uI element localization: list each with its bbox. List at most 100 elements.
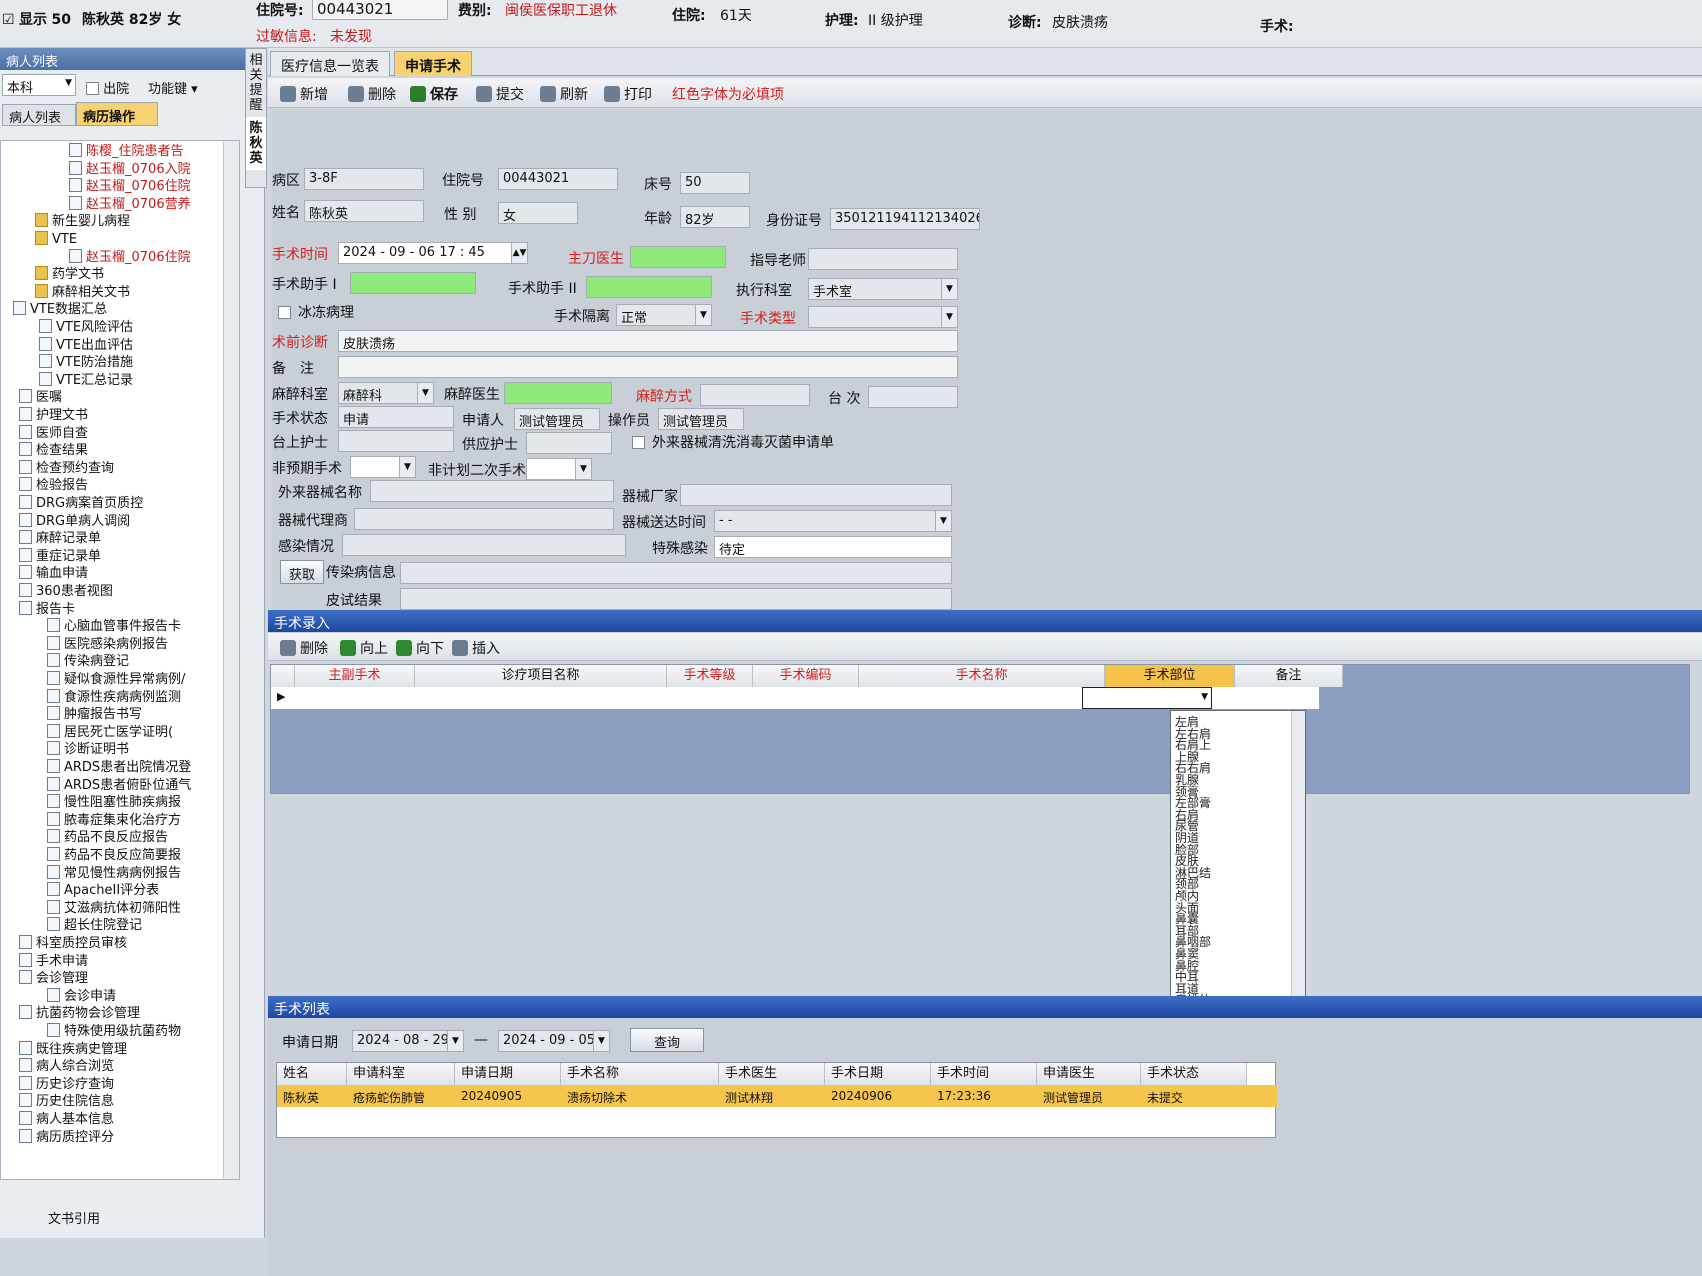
- tab-patient-name[interactable]: 陈秋英: [246, 117, 266, 170]
- tree-item[interactable]: 超长住院登记: [47, 917, 142, 935]
- sex-field[interactable]: 女: [498, 202, 578, 224]
- age-field[interactable]: 82岁: [680, 206, 750, 228]
- exec-dept-select[interactable]: 手术室 ▼: [808, 278, 958, 300]
- refresh-button[interactable]: 刷新: [540, 84, 588, 104]
- special-inf-field[interactable]: 待定: [714, 536, 952, 558]
- assist1-field[interactable]: [350, 272, 476, 294]
- new-button[interactable]: 新增: [280, 84, 328, 104]
- tree-item[interactable]: 食源性疾病病例监测: [47, 688, 181, 707]
- operator-field[interactable]: 测试管理员: [658, 408, 744, 430]
- tree-item[interactable]: VTE防治措施: [39, 354, 133, 372]
- tree-item[interactable]: 疑似食源性异常病例/: [47, 671, 185, 689]
- tree-item[interactable]: 诊断证明书: [47, 741, 129, 759]
- delete-button[interactable]: 删除: [348, 84, 396, 104]
- assist2-field[interactable]: [586, 276, 712, 298]
- ext-device-checkbox[interactable]: [632, 436, 645, 449]
- tree-item[interactable]: 护理文书: [19, 407, 88, 425]
- tree-item[interactable]: 会诊申请: [47, 987, 116, 1006]
- tree-item[interactable]: 脓毒症集束化治疗方: [47, 811, 181, 830]
- insert-button[interactable]: 插入: [452, 638, 500, 658]
- list-column-header[interactable]: 手术名称: [561, 1063, 719, 1085]
- tree-item[interactable]: 检查预约查询: [19, 459, 114, 478]
- tree-item[interactable]: VTE出血评估: [39, 336, 133, 355]
- op-time-field[interactable]: 2024 - 09 - 06 17 : 45 ▲▼: [338, 242, 528, 264]
- fetch-button[interactable]: 获取: [280, 560, 325, 584]
- status-field[interactable]: 申请: [338, 406, 454, 428]
- tree-item[interactable]: 历史诊疗查询: [19, 1075, 114, 1094]
- save-button[interactable]: 保存: [410, 84, 458, 104]
- tree-item[interactable]: VTE数据汇总: [13, 301, 107, 319]
- id-field[interactable]: 350121194112134026: [830, 208, 980, 230]
- list-column-header[interactable]: 手术时间: [931, 1063, 1037, 1085]
- tree-item[interactable]: 医院感染病例报告: [47, 635, 168, 654]
- entry-delete-button[interactable]: 删除: [280, 638, 328, 658]
- device-delivery-field[interactable]: - - ▼: [714, 510, 952, 532]
- anes-dept-select[interactable]: 麻醉科 ▼: [338, 382, 434, 404]
- tree-item[interactable]: DRG单病人调阅: [19, 512, 130, 531]
- list-column-header[interactable]: 申请医生: [1037, 1063, 1141, 1085]
- tree-item[interactable]: 陈樱_住院患者告: [69, 143, 184, 161]
- tree-item[interactable]: 历史住院信息: [19, 1093, 114, 1111]
- infection-field[interactable]: [342, 534, 626, 556]
- tree-item[interactable]: VTE: [35, 231, 77, 249]
- function-key-button[interactable]: 功能键 ▾: [148, 78, 198, 97]
- list-column-header[interactable]: 手术日期: [825, 1063, 931, 1085]
- tree-item[interactable]: 赵玉榴_0706入院: [69, 160, 191, 179]
- list-column-header[interactable]: 手术状态: [1141, 1063, 1247, 1085]
- tree-item[interactable]: 抗菌药物会诊管理: [19, 1005, 140, 1023]
- tree-item[interactable]: 报告卡: [19, 600, 75, 619]
- entry-column-header[interactable]: 主副手术: [295, 665, 415, 687]
- query-button[interactable]: 查询: [630, 1028, 704, 1052]
- anes-method-field[interactable]: [700, 384, 810, 406]
- tree-scrollbar[interactable]: [223, 141, 239, 1179]
- tree-item[interactable]: 艾滋病抗体初筛阳性: [47, 899, 181, 918]
- spinner-icon[interactable]: ▲▼: [511, 243, 527, 263]
- tree-item[interactable]: 医嘱: [19, 389, 62, 407]
- unplanned-select[interactable]: ▼: [350, 456, 416, 478]
- tree-item[interactable]: 输血申请: [19, 565, 88, 583]
- date-to[interactable]: 2024 - 09 - 05 ▼: [498, 1030, 610, 1052]
- tab-record-ops[interactable]: 病历操作: [76, 102, 158, 126]
- tree-item[interactable]: 特殊使用级抗菌药物: [47, 1023, 181, 1041]
- unplanned2-select[interactable]: ▼: [526, 458, 592, 480]
- entry-column-header[interactable]: 诊疗项目名称: [415, 665, 667, 687]
- device-agent-field[interactable]: [354, 508, 614, 530]
- entry-column-header[interactable]: 手术名称: [859, 665, 1105, 687]
- dept-select[interactable]: 本科 ▼: [2, 74, 76, 96]
- move-up-button[interactable]: 向上: [340, 638, 388, 658]
- tree-item[interactable]: 会诊管理: [19, 970, 88, 988]
- tree-item[interactable]: 新生婴儿病程: [35, 213, 130, 231]
- tree-item[interactable]: 药品不良反应简要报: [47, 847, 181, 865]
- entry-column-header[interactable]: 手术等级: [667, 665, 753, 687]
- isolation-select[interactable]: 正常 ▼: [616, 304, 712, 326]
- bed-field[interactable]: 50: [680, 172, 750, 194]
- skin-test-field[interactable]: [400, 588, 952, 610]
- tab-apply-surgery[interactable]: 申请手术: [394, 51, 472, 76]
- tree-item[interactable]: VTE汇总记录: [39, 371, 133, 390]
- entry-row[interactable]: ▶ ▼: [271, 687, 1319, 709]
- surgeon-field[interactable]: [630, 246, 726, 268]
- tree-item[interactable]: ARDS患者出院情况登: [47, 759, 191, 777]
- date-from[interactable]: 2024 - 08 - 29 ▼: [352, 1030, 464, 1052]
- table-no-field[interactable]: [868, 386, 958, 408]
- display-checkbox-label[interactable]: ☑ 显示 50: [2, 9, 71, 29]
- tree-item[interactable]: 传染病登记: [47, 653, 129, 671]
- doc-reference[interactable]: 文书引用: [48, 1208, 100, 1227]
- tree-item[interactable]: 常见慢性病病例报告: [47, 864, 181, 883]
- entry-column-header[interactable]: 手术编码: [753, 665, 859, 687]
- tree-item[interactable]: 重症记录单: [19, 547, 101, 566]
- tree-item[interactable]: ARDS患者俯卧位通气: [47, 776, 191, 795]
- tree-item[interactable]: 检验报告: [19, 477, 88, 495]
- tree-item[interactable]: 病历质控评分: [19, 1128, 114, 1147]
- tree-item[interactable]: 病人综合浏览: [19, 1058, 114, 1076]
- entry-column-header[interactable]: 备注: [1235, 665, 1343, 687]
- tree-item[interactable]: 360患者视图: [19, 583, 113, 601]
- preop-diag-field[interactable]: 皮肤溃疡: [338, 330, 958, 352]
- ward-field[interactable]: 3-8F: [304, 168, 424, 190]
- remark-field[interactable]: [338, 356, 958, 378]
- tree-item[interactable]: 赵玉榴_0706营养: [69, 195, 191, 214]
- applicant-field[interactable]: 测试管理员: [514, 408, 600, 430]
- tree-item[interactable]: 肿瘤报告书写: [47, 706, 142, 724]
- frozen-checkbox[interactable]: [278, 306, 291, 319]
- submit-button[interactable]: 提交: [476, 84, 524, 104]
